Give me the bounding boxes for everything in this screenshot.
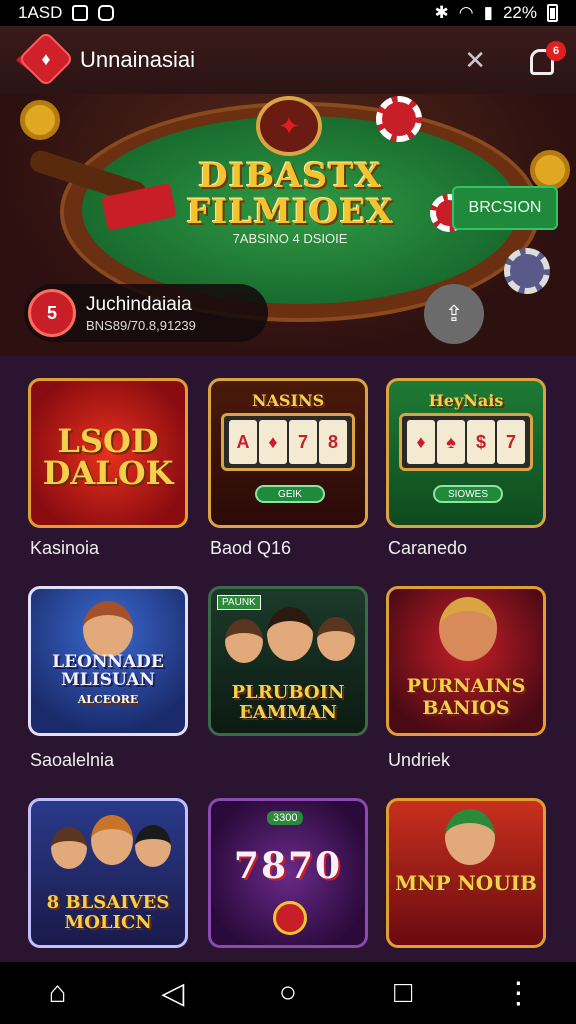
player-card[interactable]: 5 Juchindaiaia BNS89/70.8,91239 xyxy=(24,284,268,342)
game-art-title: MNP NOUIB xyxy=(395,871,537,895)
brand-logo-icon: ♦ xyxy=(17,30,75,88)
signal-icon: ▮ xyxy=(483,3,493,22)
game-card[interactable]: PURNAINS BANIOS xyxy=(386,586,546,736)
banner-cta-button[interactable]: BRCSION xyxy=(452,186,558,230)
share-button[interactable]: ⇪ xyxy=(424,284,484,344)
notification-button[interactable]: 6 xyxy=(526,39,566,81)
game-art-title: LSOD DALOK xyxy=(42,422,174,492)
character-face xyxy=(267,607,313,661)
game-label: Kasinoia xyxy=(30,538,100,558)
home-icon[interactable]: ⌂ xyxy=(28,976,88,1010)
avatar: 5 xyxy=(28,289,76,337)
game-play-button[interactable]: SIOWES xyxy=(433,485,503,503)
game-art-title: 7870 xyxy=(233,845,343,887)
back-icon[interactable]: ◁ xyxy=(143,976,203,1011)
character-face xyxy=(83,601,133,657)
game-card[interactable]: LSOD DALOK xyxy=(28,378,188,528)
battery-icon xyxy=(547,4,558,22)
poker-chip-icon xyxy=(376,96,422,142)
notification-count-badge: 6 xyxy=(546,41,566,61)
game-label: Undriek xyxy=(388,750,451,770)
app-header: ♦ Unnainasiai ✕ 6 xyxy=(0,26,576,94)
slot-reels: ♦ ♠ $7 xyxy=(399,413,533,471)
game-art-title: HeyNais xyxy=(428,391,504,410)
app-title: Unnainasiai xyxy=(80,47,195,72)
game-art-title: PLRUBOIN EAMMAN xyxy=(231,682,345,723)
game-label: Saoalelnia xyxy=(30,750,115,770)
header-actions: ✕ 6 xyxy=(464,39,566,81)
poker-chip-icon xyxy=(504,248,550,294)
game-art-title: NASINS xyxy=(251,391,325,410)
game-art-title: LEONNADE MLISUAN xyxy=(52,652,164,690)
game-art-title: 8 BLSAIVES MOLICN xyxy=(46,892,170,933)
table-emblem-icon: ✦ xyxy=(256,96,322,156)
game-card[interactable]: 3300 7870 xyxy=(208,798,368,948)
poker-chip-icon xyxy=(273,901,307,935)
tools-icon[interactable]: ✕ xyxy=(464,45,486,76)
battery-text: 22% xyxy=(502,3,537,22)
game-art-subtitle: ALCEORE xyxy=(77,693,139,706)
character-face xyxy=(225,619,263,663)
banner-title: DIBASTX FILMIOEX xyxy=(186,156,394,232)
player-name: Juchindaiaia xyxy=(86,293,192,315)
character-face xyxy=(445,809,495,865)
gold-coin-icon xyxy=(530,150,570,190)
banner-subtitle: 7ABSINO 4 DSIOIE xyxy=(232,231,348,246)
game-label: Baod Q16 xyxy=(210,538,292,558)
game-play-button[interactable]: GEIK xyxy=(255,485,325,503)
character-face xyxy=(135,825,171,867)
share-icon: ⇪ xyxy=(444,301,464,326)
home-circle-icon[interactable]: ○ xyxy=(258,976,318,1010)
game-card[interactable]: HeyNais ♦ ♠ $7 SIOWES xyxy=(386,378,546,528)
game-card[interactable]: 8 BLSAIVES MOLICN xyxy=(28,798,188,948)
system-nav-bar: ⌂ ◁ ○ □ ⋮ xyxy=(0,962,576,1024)
status-right: ✱ ◠ ▮ 22% xyxy=(435,3,558,23)
more-icon[interactable]: ⋮ xyxy=(488,976,548,1011)
character-face xyxy=(317,617,355,661)
player-info: Juchindaiaia BNS89/70.8,91239 xyxy=(86,294,196,333)
status-left: 1ΑSD xyxy=(18,3,115,23)
game-card[interactable]: LEONNADE MLISUAN ALCEORE xyxy=(28,586,188,736)
game-art-title: PURNAINS BANIOS xyxy=(406,675,526,719)
game-badge: 3300 xyxy=(267,811,304,825)
bluetooth-icon: ✱ xyxy=(434,3,449,22)
slot-reels: A ♦ 7 8 xyxy=(221,413,355,471)
status-time: 1ΑSD xyxy=(18,3,63,22)
game-label: Caranedo xyxy=(388,538,468,558)
character-face xyxy=(439,597,497,661)
wifi-icon: ◠ xyxy=(458,3,474,22)
image-icon xyxy=(72,5,89,21)
game-card[interactable]: NASINS A ♦ 7 8 GEIK xyxy=(208,378,368,528)
character-face xyxy=(51,827,87,869)
gold-coin-icon xyxy=(20,100,60,140)
status-bar: 1ΑSD ✱ ◠ ▮ 22% xyxy=(0,0,576,26)
game-card[interactable]: MNP NOUIB xyxy=(386,798,546,948)
back-logo-button[interactable]: ♦ xyxy=(16,30,75,88)
character-face xyxy=(91,815,133,865)
game-card[interactable]: PAUNK PLRUBOIN EAMMAN xyxy=(208,586,368,736)
recents-icon[interactable]: □ xyxy=(373,976,433,1010)
app-icon xyxy=(98,5,115,21)
game-badge: PAUNK xyxy=(217,595,261,610)
player-id: BNS89/70.8,91239 xyxy=(86,317,196,333)
